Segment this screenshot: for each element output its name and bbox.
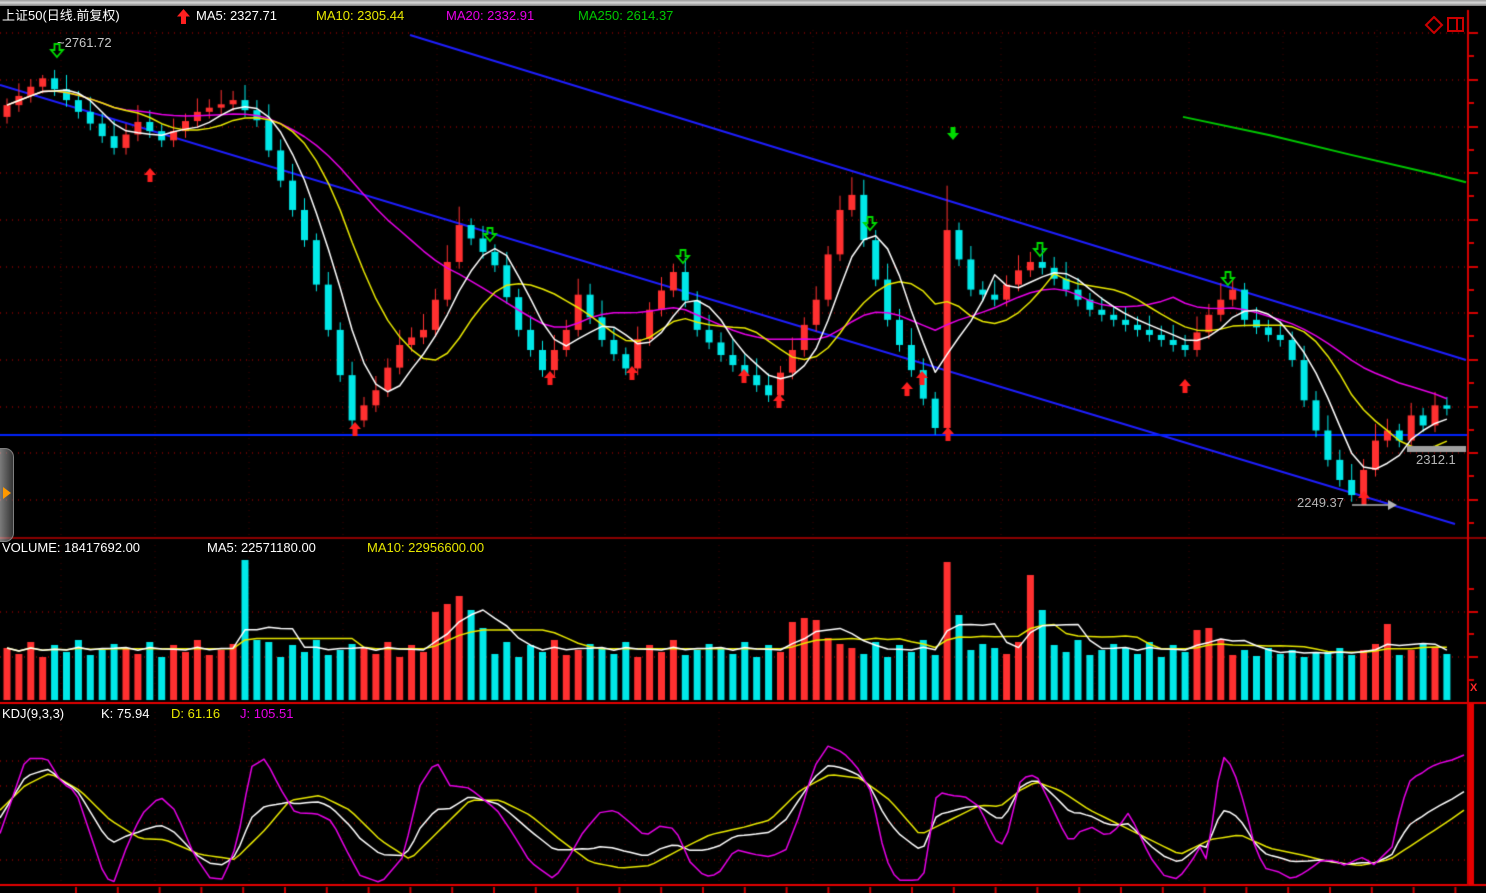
last-price-tag: 2312.1 [1416,452,1456,467]
instrument-title: 上证50(日线.前复权) [2,8,120,23]
kdj-j-value-label: J: 105.51 [240,706,294,721]
volume-ma5-label: MA5: 22571180.00 [207,540,316,555]
pane-close-button[interactable]: X [1470,681,1477,696]
peak-price-annotation: ~2761.72 [57,35,112,50]
kdj-d-value-label: D: 61.16 [171,706,220,721]
diamond-icon[interactable] [1424,16,1444,34]
expand-handle-icon[interactable] [0,448,14,542]
volume-value-label: VOLUME: 18417692.00 [2,540,140,555]
trough-price-annotation: 2249.37 [1297,495,1344,510]
volume-ma10-label: MA10: 22956600.00 [367,540,484,555]
toolbar-bottom-strip [0,0,1486,6]
trading-app-window: 上证50(日线.前复权) MA5: 2327.71 MA10: 2305.44 … [0,0,1486,893]
ma20-value-label: MA20: 2332.91 [446,8,534,23]
ma10-value-label: MA10: 2305.44 [316,8,404,23]
candlestick-chart-canvas[interactable] [0,0,1486,893]
kdj-k-value-label: K: 75.94 [101,706,149,721]
kdj-indicator-label: KDJ(9,3,3) [2,706,64,721]
ma250-value-label: MA250: 2614.37 [578,8,673,23]
orange-triangle-icon [3,487,11,499]
up-arrow-icon [177,9,190,24]
ma5-value-label: MA5: 2327.71 [196,8,277,23]
split-window-icon[interactable] [1447,17,1465,33]
